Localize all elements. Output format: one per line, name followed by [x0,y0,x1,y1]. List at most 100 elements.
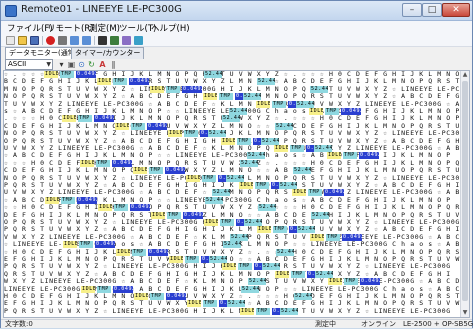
monitor-tag-tmp: 52.44 [280,307,298,315]
monitor-row: P Q R S T U V W X Y Z ☆ A B C D E F G H … [4,182,460,189]
monitor-row-text: P Q R S T U V W X Y Z ☆ A B C D E F G H … [4,182,460,189]
display-mode-select[interactable]: ASCII ▼ [5,59,53,70]
pause-icon[interactable] [70,36,79,45]
app-icon [5,5,17,17]
monitor-row: s ☆ A B C D E F G H I J K L M N O P ☆ ☆ … [4,108,460,115]
monitor-tag-idle: IDLE [63,241,77,249]
monitor-tag-val: 0.0492 [341,108,361,115]
monitor-tag-tmp: TMP [237,137,251,145]
monitor-row-text: N O P Q R S T U V W X Y Z ☆ LINEEYE LE-P… [4,130,460,138]
monitor-tag-val: 0.0492 [359,152,379,160]
help-icon[interactable] [134,36,143,45]
monitor-row: P Q R S T U V W X Y Z ☆ LINEEYE LE-PC300… [4,263,460,271]
scroll-up-icon[interactable]: ▲ [461,71,469,79]
monitor-tag-val: 0.0492 [130,204,150,212]
close-button[interactable]: ✕ [442,3,470,17]
menu-file[interactable]: ファイル(F) [7,22,53,34]
window-title: Remote01 - LINEEYE LE-PC300G [21,4,182,15]
monitor-row: ☆ LINEEYE LE-PC300G C h a o s ☆ A B C D … [4,241,460,249]
maximize-button[interactable]: □ [422,3,442,17]
data-monitor-area[interactable]: ▲ ▼ ☆ . ☆ ☆ ☆ H 0 C D E F G H I J K L M … [3,70,470,318]
monitor-tag-tmp: TMP [61,196,75,204]
monitor-tag-tmp: 52.44 [310,85,328,93]
menu-remote[interactable]: リモート(R) [47,22,94,34]
monitor-row-text: Q R S T U V W X Y Z ☆ A B C D E F G H I … [4,270,451,278]
monitor-tag-tmp: 52.44 [223,241,241,249]
monitor-tag-val: 0.0492 [166,293,186,300]
monitor-tag-tmp: 52.44 [227,300,245,308]
tab-timer-counter[interactable]: タイマー/カウンター [71,47,145,59]
monitor-tag-idle: IDLE [292,189,306,197]
monitor-row: ☆ A B C D E F G H I J K L M N O P ☆ ☆ LI… [4,196,460,204]
record-icon[interactable] [46,36,55,45]
monitor-row-text: P Q R S T U V W X Y Z ☆ LINEEYE LE-PC300… [4,307,451,315]
monitor-icon[interactable] [110,36,119,45]
monitor-tag-idle: IDLE [327,152,341,160]
new-icon[interactable] [6,36,15,45]
monitor-tag-tmp: 52.44 [230,233,248,241]
title-bar: Remote01 - LINEEYE LE-PC300G – □ ✕ [1,1,472,21]
monitor-tag-tmp: TMP [202,174,216,182]
monitor-tag-tmp: 52.44 [262,263,280,271]
monitor-tag-idle: IDLE [328,278,342,286]
toolbar-separator [94,36,95,45]
monitor-tag-tmp: 52.44 [244,219,262,226]
monitor-row-text: C D E F G H I J K L M N O P Q R S T U V … [4,167,460,175]
monitor-tag-val: 0.0492 [94,115,114,123]
monitor-tag-idle: IDLE [80,159,94,167]
pause-display-icon[interactable]: ∥ [109,60,118,69]
monitor-row-text: M N O P Q R S T U V W X Y Z ☆ LINEEYE LE… [4,85,460,93]
monitor-tag-tmp: 52.44 [297,226,315,234]
monitor-tag-tmp: TMP [343,152,357,160]
monitor-tag-idle: IDLE [169,256,183,263]
monitor-tag-tmp: TMP [166,85,180,93]
monitor-row: E F G H I J K L M N O P Q R S T U V W X … [4,256,460,263]
tab-row: データモニター(通常表示) タイマー/カウンター [1,47,472,59]
monitor-row: Q R S T U V W X Y Z ☆ A B C D E F G H I … [4,270,460,278]
monitor-tag-tmp: 52.44 [247,152,265,160]
monitor-tag-val: 0.0492 [76,71,96,78]
open-icon[interactable] [18,36,27,45]
text-icon[interactable]: A [98,60,107,69]
monitor-tag-tmp: 52.44 [243,93,261,101]
save-icon[interactable] [30,36,39,45]
monitor-tag-tmp: TMP [96,159,110,167]
step-icon[interactable] [82,36,91,45]
monitor-tag-idle: IDLE [133,167,147,175]
menu-help[interactable]: ヘルプ(H) [151,22,190,34]
monitor-tag-tmp: TMP [219,93,233,101]
scroll-thumb[interactable] [462,81,468,301]
monitor-tag-idle: IDLE [257,226,271,234]
jump-icon[interactable]: ↻ [87,60,96,69]
monitor-tag-idle: IDLE [134,293,148,300]
monitor-tag-tmp: TMP [79,241,93,249]
monitor-tag-tmp: TMP [184,130,198,138]
stop-icon[interactable] [58,36,67,45]
monitor-row: P Q R S T U V W X Y Z ☆ A B C D E F G H … [4,226,460,234]
monitor-tag-tmp: TMP [291,270,305,278]
monitor-tag-val: 0.0492 [95,241,115,249]
monitor-row-text: U V W X Y Z LINEEYE LE-PC300G ☆ A B C D … [4,145,460,152]
monitor-tag-tmp: TMP [308,189,322,197]
trigger-icon[interactable] [98,36,107,45]
monitor-tag-tmp: 52.44 [294,293,312,300]
monitor-tag-idle: IDLE [97,78,111,86]
monitor-tag-idle: IDLE [98,204,112,212]
status-bar: 文字数:0 測定中 オンライン LE-2500 + OP-SB5G [1,319,473,328]
monitor-tag-idle: IDLE [256,100,270,108]
bookmark-icon[interactable]: ▣ [67,60,76,69]
scroll-down-icon[interactable]: ▼ [461,309,469,317]
settings-icon[interactable] [122,36,131,45]
monitor-tag-tmp: TMP [60,71,74,78]
monitor-tag-tmp: TMP [220,219,234,226]
monitor-tag-tmp: TMP [273,226,287,234]
menu-measure[interactable]: 測定(M) [89,22,120,34]
monitor-tag-tmp: 52.44 [258,204,276,212]
monitor-row: U V W X Y Z LINEEYE LE-PC300G ☆ A B C D … [4,145,460,152]
filter-icon[interactable]: ▾ [57,60,66,69]
minimize-button[interactable]: – [402,3,422,17]
vertical-scrollbar[interactable]: ▲ ▼ [460,71,469,317]
search-icon[interactable]: ⊙ [77,60,86,69]
monitor-tag-tmp: TMP [97,285,111,293]
monitor-row-text: ☆ ☆ ☆ H 0 C D E F G H I J K L M N O P Q … [4,159,460,167]
